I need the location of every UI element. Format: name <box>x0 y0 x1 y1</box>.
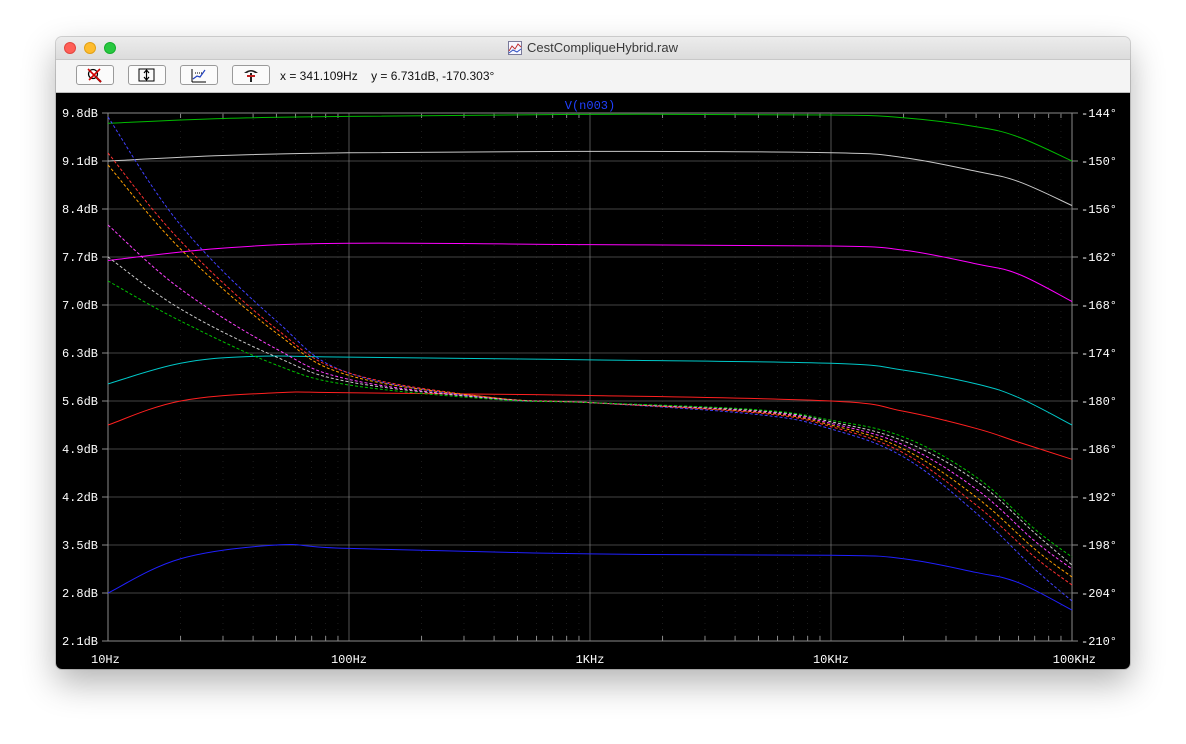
y-right-tick-label: -192° <box>1081 491 1117 505</box>
x-tick-label: 10KHz <box>813 653 849 667</box>
autorange-x-icon <box>191 69 206 83</box>
y-left-tick-label: 4.9dB <box>62 443 98 457</box>
y-right-tick-label: -150° <box>1081 155 1117 169</box>
title-bar: CestCompliqueHybrid.raw <box>56 37 1130 60</box>
y-right-tick-label: -168° <box>1081 299 1117 313</box>
x-tick-label: 10Hz <box>91 653 120 667</box>
toolbar: x = 341.109Hz y = 6.731dB, -170.303° <box>56 60 1130 93</box>
x-tick-label: 1KHz <box>576 653 605 667</box>
y-left-tick-label: 9.1dB <box>62 155 98 169</box>
y-right-tick-label: -162° <box>1081 251 1117 265</box>
x-tick-label: 100Hz <box>331 653 367 667</box>
y-left-tick-label: 2.8dB <box>62 587 98 601</box>
window-title-group: CestCompliqueHybrid.raw <box>56 40 1130 58</box>
y-right-tick-label: -174° <box>1081 347 1117 361</box>
cursor-y-readout: y = 6.731dB, -170.303° <box>371 69 495 83</box>
y-right-tick-label: -144° <box>1081 107 1117 121</box>
autorange-y-button[interactable] <box>128 65 166 85</box>
bode-plot: 2.1dB 2.8dB 3.5dB 4.2dB 4.9dB 5.6dB 6.3dB 7.0dB… <box>62 99 1117 667</box>
y-left-tick-label: 4.2dB <box>62 491 98 505</box>
y-left-tick-label: 2.1dB <box>62 635 98 649</box>
pick-trace-button[interactable] <box>232 65 270 85</box>
y-left-tick-label: 7.7dB <box>62 251 98 265</box>
zoom-cancel-icon <box>87 68 102 83</box>
autorange-x-button[interactable] <box>180 65 218 85</box>
waveform-document-icon <box>508 41 522 58</box>
y-left-tick-label: 6.3dB <box>62 347 98 361</box>
probe-icon <box>244 70 258 82</box>
y-left-tick-label: 9.8dB <box>62 107 98 121</box>
y-left-tick-label: 7.0dB <box>62 299 98 313</box>
y-left-tick-label: 3.5dB <box>62 539 98 553</box>
plot-pane[interactable]: 2.1dB 2.8dB 3.5dB 4.2dB 4.9dB 5.6dB 6.3dB 7.0dB… <box>56 93 1130 669</box>
y-right-tick-label: -186° <box>1081 443 1117 457</box>
y-right-tick-label: -180° <box>1081 395 1117 409</box>
y-left-tick-label: 8.4dB <box>62 203 98 217</box>
y-right-tick-label: -204° <box>1081 587 1117 601</box>
y-left-tick-label: 5.6dB <box>62 395 98 409</box>
zoom-cancel-button[interactable] <box>76 65 114 85</box>
x-tick-label: 100KHz <box>1053 653 1096 667</box>
cursor-x-readout: x = 341.109Hz <box>280 69 358 83</box>
trace-title[interactable]: V(n003) <box>565 99 615 113</box>
y-right-tick-label: -156° <box>1081 203 1117 217</box>
cursor-readout: x = 341.109Hz y = 6.731dB, -170.303° <box>280 69 494 83</box>
window-title: CestCompliqueHybrid.raw <box>527 40 678 55</box>
y-right-tick-label: -210° <box>1081 635 1117 649</box>
autorange-y-icon <box>138 68 155 82</box>
y-right-tick-label: -198° <box>1081 539 1117 553</box>
waveform-window: CestCompliqueHybrid.raw x = 341.109Hz y … <box>56 37 1130 669</box>
